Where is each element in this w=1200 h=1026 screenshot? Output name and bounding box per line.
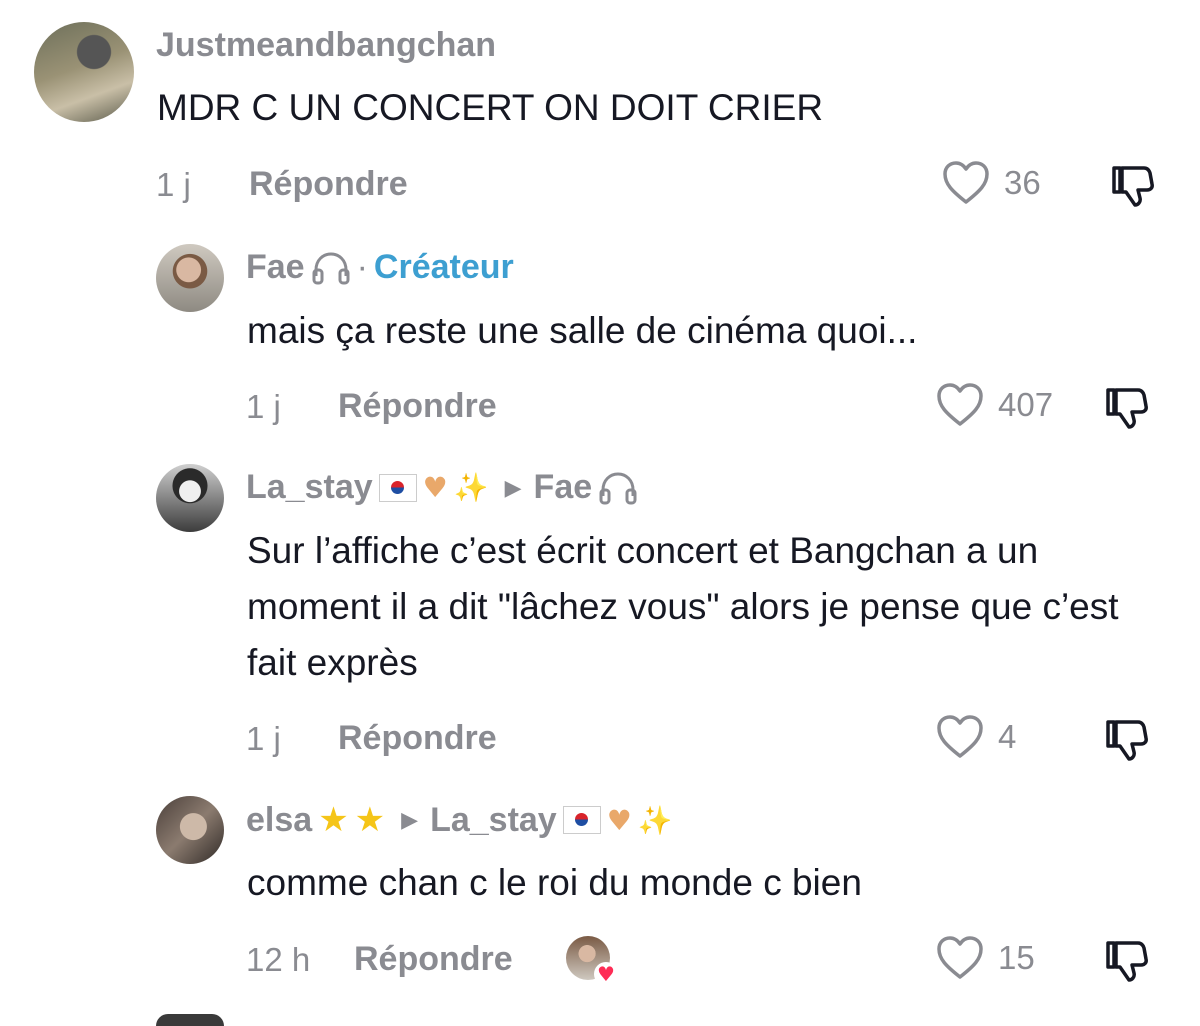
heart-icon[interactable] (936, 714, 984, 760)
like-count: 4 (998, 718, 1017, 755)
dislike-icon[interactable] (1102, 716, 1150, 764)
dislike-icon[interactable] (1108, 162, 1156, 210)
like-button[interactable]: 36 (942, 160, 1041, 206)
korea-flag-icon (378, 473, 417, 502)
username-text[interactable]: elsa (246, 801, 312, 840)
separator: · (356, 248, 368, 286)
like-button[interactable]: 407 (936, 382, 1053, 428)
username-text[interactable]: Fae (246, 248, 305, 287)
comment-2: Fae · Créateur mais ça reste une salle d… (0, 230, 1200, 450)
heart-icon[interactable] (936, 935, 984, 981)
heart-hands-icon: ♥ (606, 803, 632, 837)
comment-3: La_stay ♥ ✨ ▶ Fae Sur l’affiche c’est éc… (0, 452, 1200, 782)
korea-flag-icon (562, 806, 601, 834)
reply-button[interactable]: Répondre (338, 719, 497, 758)
heart-hands-icon: ♥ (422, 471, 448, 504)
avatar[interactable] (34, 22, 134, 122)
reply-button[interactable]: Répondre (249, 165, 408, 204)
star-icon: ★ (318, 800, 349, 840)
username-text[interactable]: Justmeandbangchan (156, 26, 496, 65)
avatar[interactable] (156, 464, 224, 532)
comment-1: Justmeandbangchan MDR C UN CONCERT ON DO… (0, 0, 1200, 230)
comment-text: comme chan c le roi du monde c bien (247, 862, 862, 903)
like-count: 15 (998, 939, 1035, 976)
comment-username: elsa ★ ★ ▶ La_stay ♥ ✨ (246, 800, 673, 840)
comment-text: mais ça reste une salle de cinéma quoi..… (247, 310, 918, 351)
comment-time: 1 j (246, 720, 281, 757)
comment-time: 1 j (246, 388, 281, 425)
heart-icon[interactable] (936, 382, 984, 428)
comment-4: elsa ★ ★ ▶ La_stay ♥ ✨ comme chan c le r… (0, 784, 1200, 1004)
like-count: 36 (1004, 164, 1041, 201)
comment-text: MDR C UN CONCERT ON DOIT CRIER (157, 87, 824, 128)
creator-liked-avatar: ♥ (566, 936, 618, 986)
like-count: 407 (998, 386, 1054, 423)
comment-time: 12 h (246, 941, 311, 978)
star-icon: ★ (354, 800, 386, 840)
headphones-icon (599, 471, 637, 504)
like-button[interactable]: 15 (936, 935, 1035, 981)
reply-arrow-icon: ▶ (504, 474, 522, 500)
headphones-icon (312, 251, 350, 284)
heart-icon[interactable] (942, 160, 990, 206)
like-button[interactable]: 4 (936, 714, 1016, 760)
reply-button[interactable]: Répondre (354, 940, 513, 979)
comment-username: La_stay ♥ ✨ ▶ Fae (246, 468, 638, 507)
comment-time: 1 j (156, 166, 191, 203)
creator-badge: Créateur (373, 248, 514, 286)
comment-text: Sur l’affiche c’est écrit concert et Ban… (247, 530, 1119, 683)
next-comment-peek (156, 1014, 224, 1026)
sparkles-icon: ✨ (453, 471, 489, 504)
reply-arrow-icon: ▶ (401, 807, 419, 832)
heart-badge-icon: ♥ (594, 962, 618, 986)
username-text[interactable]: La_stay (246, 468, 373, 507)
dislike-icon[interactable] (1102, 384, 1150, 432)
avatar[interactable] (156, 796, 224, 864)
comment-username[interactable]: Justmeandbangchan (156, 26, 496, 65)
reply-button[interactable]: Répondre (338, 387, 497, 426)
sparkles-icon: ✨ (637, 803, 673, 837)
reply-to-username[interactable]: Fae (534, 468, 593, 507)
avatar[interactable] (156, 244, 224, 312)
reply-to-username[interactable]: La_stay (430, 801, 557, 840)
comment-username: Fae · Créateur (246, 248, 514, 287)
dislike-icon[interactable] (1102, 937, 1150, 985)
